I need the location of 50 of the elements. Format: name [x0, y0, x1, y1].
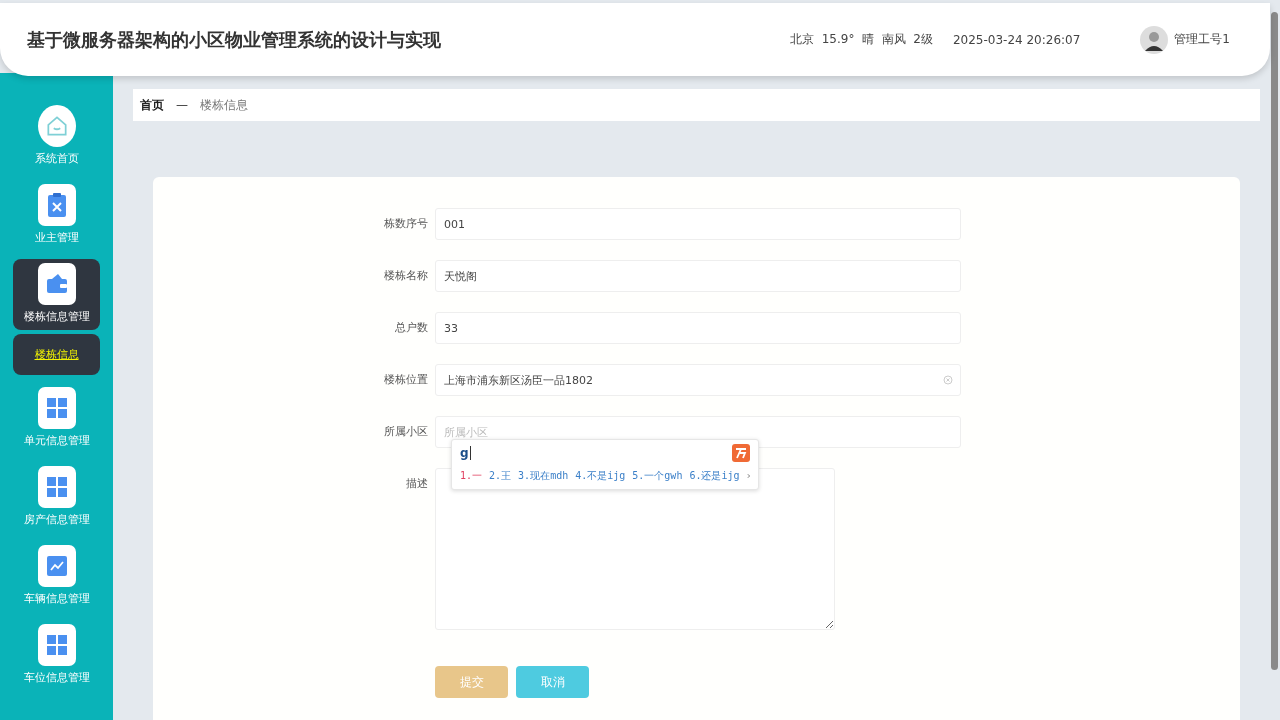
- sidebar-label: 单元信息管理: [23, 433, 90, 448]
- ime-candidate[interactable]: 4.不是ijg: [575, 469, 626, 483]
- sidebar-label: 车辆信息管理: [23, 591, 90, 606]
- breadcrumb-link[interactable]: 首页: [140, 96, 164, 114]
- field-label: 总户数: [394, 320, 429, 336]
- sidebar-label: 车位信息管理: [23, 670, 90, 685]
- sidebar-label: 房产信息管理: [23, 512, 90, 527]
- date-time: 2025-03-24 20:26:07: [952, 32, 1081, 47]
- field-label: 描述: [405, 476, 429, 492]
- ime-logo-icon: [732, 444, 750, 462]
- grid-icon: [45, 476, 68, 498]
- input-field[interactable]: 33: [435, 312, 961, 344]
- breadcrumb-separator: —: [176, 98, 188, 112]
- sidebar-label: 楼栋信息管理: [23, 309, 90, 324]
- scrollbar[interactable]: [1271, 12, 1278, 670]
- field-label: 楼栋位置: [383, 372, 429, 388]
- description-field[interactable]: [435, 468, 835, 630]
- system-title: 基于微服务器架构的小区物业管理系统的设计与实现: [27, 27, 442, 52]
- field-label: 楼栋名称: [383, 268, 429, 284]
- grid-icon: [45, 634, 68, 656]
- sidebar-item[interactable]: 单元信息管理: [13, 383, 100, 454]
- ime-candidate[interactable]: 2.王: [489, 469, 512, 483]
- sidebar-item[interactable]: 楼栋信息管理: [13, 259, 100, 330]
- next-page-icon[interactable]: [746, 471, 750, 481]
- input-field[interactable]: 001: [435, 208, 961, 240]
- field-label: 所属小区: [383, 424, 429, 440]
- clear-icon[interactable]: [943, 375, 953, 385]
- sidebar-item[interactable]: 车位信息管理: [13, 620, 100, 691]
- chart-icon: [45, 555, 68, 577]
- user-name[interactable]: 管理工号1: [1174, 31, 1230, 48]
- sidebar-item[interactable]: 系统首页: [13, 101, 100, 172]
- input-field[interactable]: 天悦阁: [435, 260, 961, 292]
- ime-candidate[interactable]: 5.一个gwh: [632, 469, 683, 483]
- ime-candidate[interactable]: 3.现在mdh: [518, 469, 569, 483]
- weather-info: 北京 15.9° 晴 南风 2级: [790, 31, 933, 48]
- grid-icon: [45, 397, 68, 419]
- ime-candidate[interactable]: 6.还是ijg: [689, 469, 740, 483]
- breadcrumb-current: 楼栋信息: [200, 96, 248, 114]
- avatar-icon[interactable]: [1140, 25, 1169, 54]
- sidebar-item[interactable]: 业主管理: [13, 180, 100, 251]
- submenu-item[interactable]: 楼栋信息: [13, 334, 100, 375]
- field-label: 栋数序号: [383, 216, 429, 232]
- wallet-icon: [45, 273, 68, 295]
- clipboard-x-icon: [46, 192, 67, 218]
- sidebar-item[interactable]: 车辆信息管理: [13, 541, 100, 612]
- input-field[interactable]: 上海市浦东新区汤臣一品1802: [435, 364, 961, 396]
- sidebar-label: 业主管理: [34, 230, 79, 245]
- sidebar-label: 系统首页: [34, 151, 79, 166]
- sidebar-item[interactable]: 房产信息管理: [13, 462, 100, 533]
- ime-candidate[interactable]: 1.一: [460, 469, 483, 483]
